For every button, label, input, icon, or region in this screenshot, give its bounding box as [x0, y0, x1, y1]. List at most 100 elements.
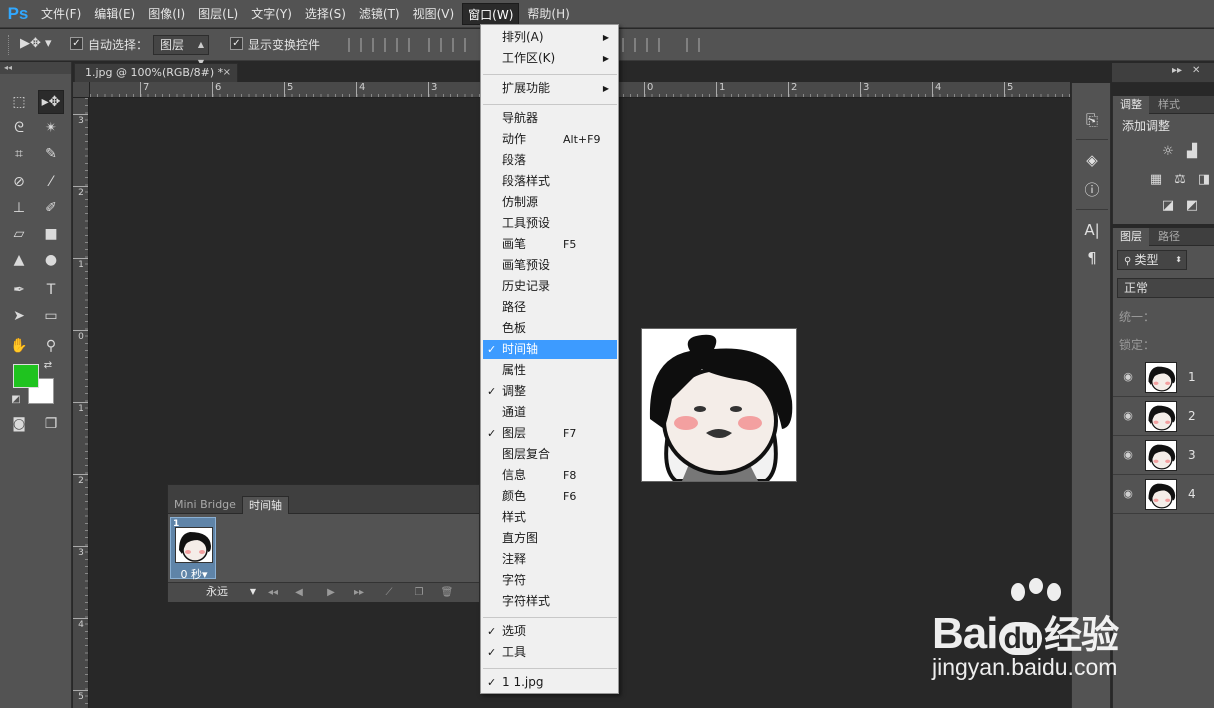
- tween-icon[interactable]: ⟋: [380, 585, 398, 600]
- rectangle-tool-icon[interactable]: ▭: [38, 304, 64, 328]
- window-menu-item[interactable]: 颜色 F6: [483, 487, 617, 506]
- history-panel-icon[interactable]: ⎘: [1081, 109, 1103, 131]
- window-menu-item[interactable]: 导航器: [483, 109, 617, 128]
- layer-row[interactable]: ◉ 1: [1113, 358, 1214, 397]
- next-frame-icon[interactable]: ▸▸: [350, 585, 368, 600]
- timeline-frame[interactable]: 1 0 秒▾: [170, 517, 217, 582]
- duplicate-frame-icon[interactable]: ❐: [410, 585, 428, 600]
- window-menu-item[interactable]: ✓ 时间轴: [483, 340, 617, 359]
- window-menu-item[interactable]: 扩展功能 ▶: [483, 79, 617, 98]
- history-brush-icon[interactable]: ✐: [38, 196, 64, 220]
- quick-mask-icon[interactable]: ◙: [6, 412, 32, 436]
- close-document-icon[interactable]: ×: [223, 64, 231, 82]
- collapse-panels-icon[interactable]: ▸▸: [1172, 65, 1182, 76]
- layer-row[interactable]: ◉ 4: [1113, 475, 1214, 514]
- window-menu-item[interactable]: 图层复合: [483, 445, 617, 464]
- blend-mode-select[interactable]: 正常: [1117, 278, 1214, 298]
- window-menu-item[interactable]: 工作区(K) ▶: [483, 49, 617, 68]
- window-menu-item[interactable]: 路径: [483, 298, 617, 317]
- show-transform-checkbox[interactable]: ✓: [230, 37, 243, 50]
- dodge-tool-icon[interactable]: ●: [38, 248, 64, 272]
- marquee-tool-icon[interactable]: ⬚: [6, 90, 32, 114]
- magic-wand-icon[interactable]: ✴: [38, 116, 64, 140]
- window-menu-item[interactable]: 样式: [483, 508, 617, 527]
- window-menu-item[interactable]: 通道: [483, 403, 617, 422]
- menu-file[interactable]: 文件(F): [36, 3, 86, 25]
- align-hcenter-icon[interactable]: [452, 38, 466, 52]
- frame-delay[interactable]: 0 秒▾: [171, 566, 217, 582]
- align-top-icon[interactable]: [348, 38, 362, 52]
- paragraph-panel-icon[interactable]: ¶: [1081, 247, 1103, 269]
- window-menu-item[interactable]: 动作 Alt+F9: [483, 130, 617, 149]
- play-icon[interactable]: ▶: [322, 585, 340, 600]
- close-panels-icon[interactable]: ✕: [1192, 65, 1200, 76]
- zoom-tool-icon[interactable]: ⚲: [38, 334, 64, 358]
- tab-paths[interactable]: 路径: [1151, 228, 1187, 246]
- path-selection-icon[interactable]: ➤: [6, 304, 32, 328]
- color-balance-icon[interactable]: ⚖: [1171, 172, 1189, 188]
- document-tab[interactable]: 1.jpg @ 100%(RGB/8#) * ×: [74, 63, 238, 83]
- prev-frame-icon[interactable]: ◀: [290, 585, 308, 600]
- info-panel-icon[interactable]: ⓘ: [1081, 179, 1103, 201]
- layer-filter-select[interactable]: ⚲ 类型 ⬍: [1117, 250, 1187, 270]
- window-menu-item[interactable]: 色板: [483, 319, 617, 338]
- window-menu-item[interactable]: 字符样式: [483, 592, 617, 611]
- healing-brush-icon[interactable]: ⊘: [6, 170, 32, 194]
- menu-layer[interactable]: 图层(L): [193, 3, 243, 25]
- options-grip[interactable]: [8, 35, 11, 55]
- window-menu-item[interactable]: 注释: [483, 550, 617, 569]
- invert-icon[interactable]: ◪: [1159, 198, 1177, 214]
- clone-stamp-icon[interactable]: ⊥: [6, 196, 32, 220]
- hue-saturation-icon[interactable]: ▦: [1147, 172, 1165, 188]
- delete-frame-icon[interactable]: 🗑: [438, 585, 456, 600]
- eraser-tool-icon[interactable]: ▱: [6, 222, 32, 246]
- tab-mini-bridge[interactable]: Mini Bridge: [168, 496, 242, 514]
- menu-window[interactable]: 窗口(W): [462, 2, 520, 25]
- menu-select[interactable]: 选择(S): [300, 3, 351, 25]
- hand-tool-icon[interactable]: ✋: [6, 334, 32, 358]
- eye-icon[interactable]: ◉: [1121, 370, 1135, 384]
- pen-tool-icon[interactable]: ✒: [6, 278, 32, 302]
- move-tool-icon[interactable]: ▸✥: [38, 90, 64, 114]
- black-white-icon[interactable]: ◨: [1195, 172, 1213, 188]
- levels-icon[interactable]: ▟: [1183, 144, 1201, 160]
- 3d-panel-icon[interactable]: ◈: [1081, 149, 1103, 171]
- gradient-map-icon[interactable]: ◩: [1183, 198, 1201, 214]
- menu-type[interactable]: 文字(Y): [246, 3, 297, 25]
- screen-mode-icon[interactable]: ❐: [38, 412, 64, 436]
- foreground-color-swatch[interactable]: [13, 364, 39, 388]
- window-menu-item[interactable]: 画笔 F5: [483, 235, 617, 254]
- window-menu-item[interactable]: ✓ 1 1.jpg: [483, 673, 617, 692]
- align-vcenter-icon[interactable]: [372, 38, 386, 52]
- window-menu-item[interactable]: 属性: [483, 361, 617, 380]
- menu-edit[interactable]: 编辑(E): [89, 3, 140, 25]
- tab-layers[interactable]: 图层: [1113, 228, 1149, 246]
- brush-tool-icon[interactable]: ⁄: [38, 170, 64, 194]
- align-left-icon[interactable]: [428, 38, 442, 52]
- move-tool-preset-icon[interactable]: ▶✥ ▾: [20, 36, 56, 54]
- crop-tool-icon[interactable]: ⌗: [6, 142, 32, 166]
- eyedropper-icon[interactable]: ✎: [38, 142, 64, 166]
- ruler-origin[interactable]: [73, 82, 90, 98]
- window-menu-item[interactable]: 段落: [483, 151, 617, 170]
- window-menu-item[interactable]: 工具预设: [483, 214, 617, 233]
- menu-help[interactable]: 帮助(H): [522, 3, 574, 25]
- window-menu-item[interactable]: 画笔预设: [483, 256, 617, 275]
- window-menu-item[interactable]: ✓ 工具: [483, 643, 617, 662]
- menu-view[interactable]: 视图(V): [408, 3, 460, 25]
- vertical-ruler[interactable]: 3 2 1 0 1 2 3 4 5: [73, 98, 89, 708]
- window-menu-item[interactable]: 直方图: [483, 529, 617, 548]
- menu-image[interactable]: 图像(I): [143, 3, 190, 25]
- align-bottom-icon[interactable]: [396, 38, 410, 52]
- auto-align-icon[interactable]: [686, 38, 700, 52]
- character-panel-icon[interactable]: A|: [1081, 219, 1103, 241]
- loop-select[interactable]: 永远 ▼: [202, 584, 260, 601]
- tools-collapse-icon[interactable]: ◂◂: [0, 62, 71, 74]
- first-frame-icon[interactable]: ◂◂: [264, 585, 282, 600]
- brightness-contrast-icon[interactable]: ☼: [1159, 144, 1177, 160]
- layer-row[interactable]: ◉ 3: [1113, 436, 1214, 475]
- eye-icon[interactable]: ◉: [1121, 487, 1135, 501]
- swap-colors-icon[interactable]: ⇄: [38, 358, 58, 372]
- eye-icon[interactable]: ◉: [1121, 448, 1135, 462]
- type-tool-icon[interactable]: T: [38, 278, 64, 302]
